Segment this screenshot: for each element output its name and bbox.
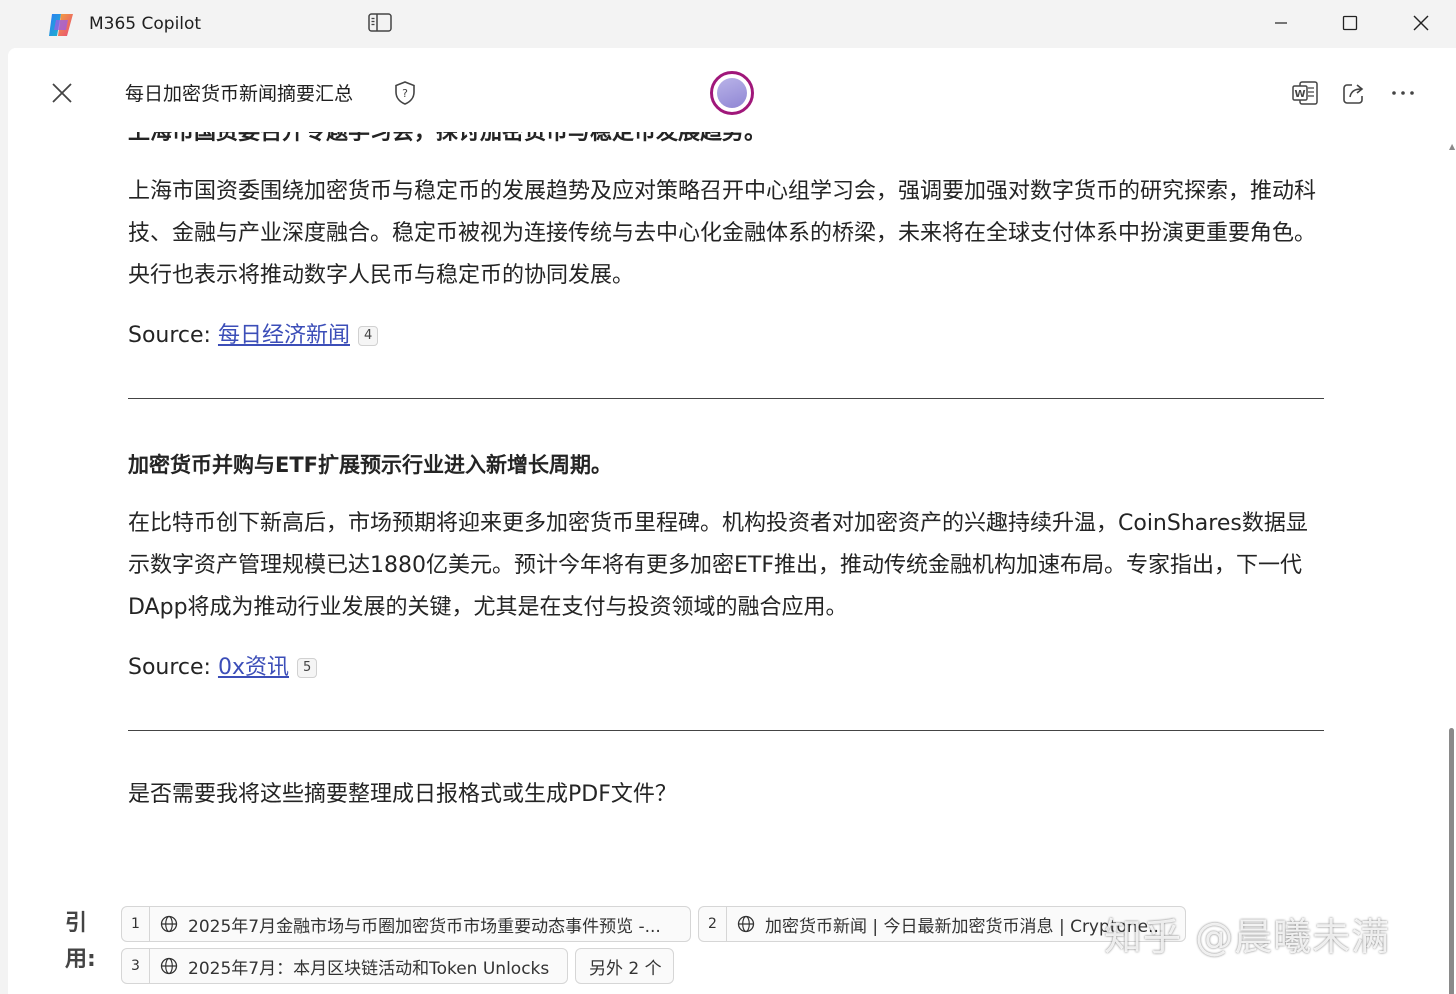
citation-chip-3[interactable]: 3 2025年7月：本月区块链活动和Token Unlocks — [121, 948, 568, 984]
citation-number: 2 — [699, 907, 727, 941]
scroll-thumb[interactable] — [1449, 728, 1454, 994]
citation-badge-4[interactable]: 4 — [357, 326, 379, 346]
maximize-icon — [1342, 15, 1358, 31]
more-citations-label: 另外 2 个 — [589, 958, 662, 979]
citation-chip-1[interactable]: 1 2025年7月金融市场与币圈加密货币市场重要动态事件预览 -... — [121, 906, 691, 942]
document-title: 每日加密货币新闻摘要汇总 — [125, 83, 354, 105]
citation-badge-5[interactable]: 5 — [297, 658, 318, 678]
svg-text:?: ? — [402, 87, 408, 100]
avatar[interactable] — [710, 71, 754, 115]
citation-number: 1 — [122, 907, 150, 941]
maximize-button[interactable] — [1315, 0, 1385, 46]
svg-text:W: W — [1294, 89, 1305, 100]
window-close-icon — [1413, 15, 1429, 31]
source-label: Source: — [128, 655, 218, 680]
closing-question: 是否需要我将这些摘要整理成日报格式或生成PDF文件？ — [128, 782, 677, 807]
more-options-button[interactable] — [1388, 78, 1418, 108]
globe-icon — [160, 957, 178, 975]
citations-label: 引用: — [65, 911, 96, 972]
watermark: 知乎 @晨曦未满 — [1104, 915, 1391, 959]
more-horizontal-icon — [1392, 91, 1414, 95]
source-line-1: Source: 每日经济新闻 4 — [128, 315, 379, 357]
globe-icon — [160, 915, 178, 933]
avatar-image — [717, 78, 747, 108]
globe-icon — [737, 915, 755, 933]
shield-question-icon[interactable]: ? — [392, 80, 418, 106]
export-word-button[interactable]: W — [1290, 78, 1320, 108]
panel-header: 每日加密货币新闻摘要汇总 ? W — [8, 48, 1448, 132]
title-bar: M365 Copilot — [0, 0, 1456, 48]
section-paragraph-2: 在比特币创下新高后，市场预期将迎来更多加密货币里程碑。机构投资者对加密资产的兴趣… — [128, 511, 1308, 620]
share-icon — [1343, 84, 1364, 104]
divider — [128, 730, 1324, 731]
citation-title: 2025年7月金融市场与币圈加密货币市场重要动态事件预览 -... — [188, 916, 661, 937]
source-label: Source: — [128, 323, 218, 348]
close-panel-icon[interactable] — [48, 79, 76, 107]
more-citations-button[interactable]: 另外 2 个 — [575, 948, 674, 984]
citation-title: 2025年7月：本月区块链活动和Token Unlocks — [188, 958, 550, 979]
minimize-icon — [1275, 22, 1287, 24]
document-panel: 上海市国资委召开专题学习会，探讨加密货币与稳定币发展趋势。 上海市国资委围绕加密… — [8, 48, 1456, 994]
scroll-up-arrow-icon[interactable]: ▲ — [1449, 142, 1455, 151]
share-button[interactable] — [1339, 78, 1369, 108]
app-title: M365 Copilot — [89, 14, 202, 34]
source-link-1[interactable]: 每日经济新闻 — [218, 323, 350, 348]
window-close-button[interactable] — [1386, 0, 1456, 46]
sidebar-toggle-icon[interactable] — [366, 11, 394, 35]
divider — [128, 398, 1324, 399]
section-paragraph-1: 上海市国资委围绕加密货币与稳定币的发展趋势及应对策略召开中心组学习会，强调要加强… — [128, 179, 1317, 288]
copilot-logo-icon — [49, 14, 73, 36]
minimize-button[interactable] — [1246, 0, 1316, 46]
word-icon: W — [1292, 81, 1318, 105]
scrollbar[interactable]: ▲ — [1448, 138, 1456, 994]
section-heading-2: 加密货币并购与ETF扩展预示行业进入新增长周期。 — [128, 453, 613, 477]
source-link-2[interactable]: 0x资讯 — [218, 655, 289, 680]
citation-number: 3 — [122, 949, 150, 983]
source-line-2: Source: 0x资讯 5 — [128, 647, 318, 689]
